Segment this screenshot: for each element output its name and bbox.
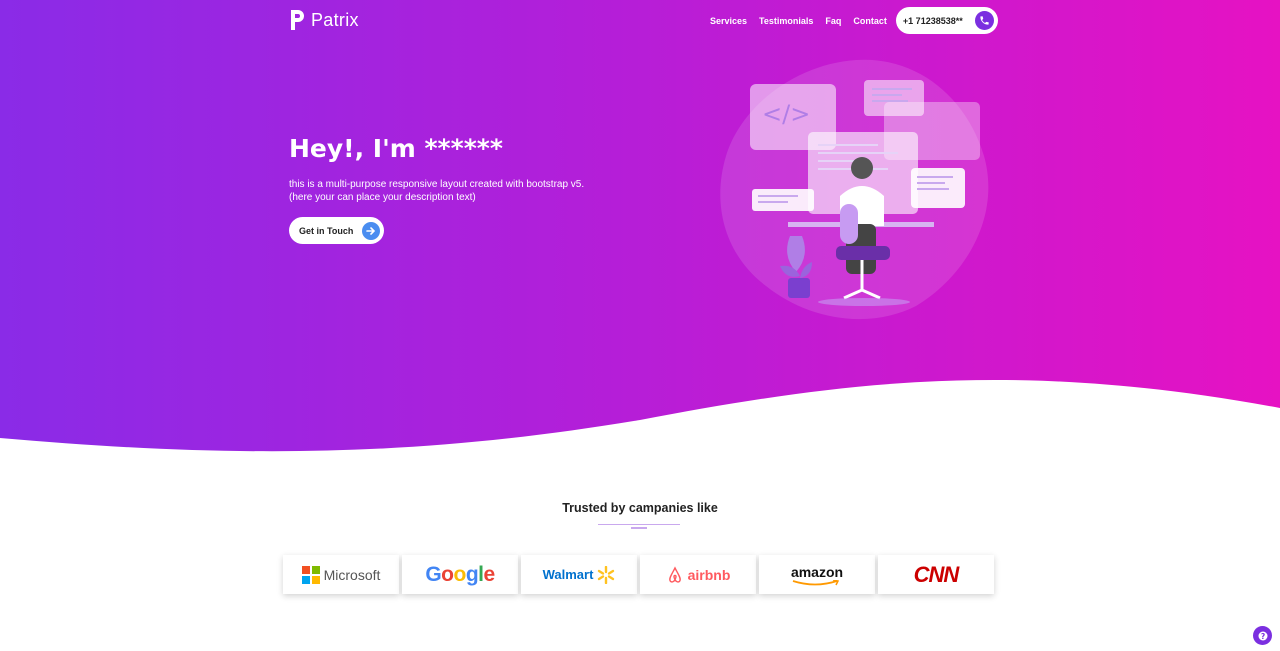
nav-contact[interactable]: Contact [853,16,887,26]
hero-description-line2: (here your can place your description te… [289,192,476,203]
microsoft-text: Microsoft [323,566,381,583]
hero-description-line1: this is a multi-purpose responsive layou… [289,179,585,190]
nav-faq[interactable]: Faq [825,16,841,26]
get-in-touch-button[interactable]: Get in Touch [289,217,384,244]
amazon-smile-icon [792,579,840,585]
phone-button[interactable]: +1 71238538** [895,7,998,34]
trusted-title: Trusted by campanies like [562,501,718,515]
logo-microsoft: Microsoft [283,555,399,594]
wave-divider [0,379,1280,460]
logo-amazon: amazon [759,555,875,594]
nav-testimonials[interactable]: Testimonials [759,16,813,26]
hero-section: Patrix Services Testimonials Faq Contact… [0,0,1280,460]
logo-walmart: Walmart [521,555,637,594]
help-float-button[interactable]: ? [1253,626,1272,645]
brand-logo-link[interactable]: Patrix [289,8,359,32]
get-in-touch-label: Get in Touch [299,225,354,236]
arrow-right-icon [362,221,380,240]
title-underline [598,524,680,525]
walmart-text: Walmart [542,567,594,582]
airbnb-icon [668,565,681,583]
title-underline-mark [631,527,647,529]
logo-cnn: CNN [878,555,994,594]
brand-name: Patrix [311,9,359,30]
amazon-text: amazon [790,563,844,580]
svg-text:?: ? [1260,631,1264,640]
hero-description: this is a multi-purpose responsive layou… [289,178,649,204]
partner-logos: Microsoft Google Walmart airbnb amazon C… [283,555,994,594]
walmart-spark-icon [598,565,615,584]
developer-illustration: </> [720,59,989,320]
nav-services[interactable]: Services [710,16,747,26]
cnn-text: CNN [913,561,960,587]
microsoft-icon [301,565,320,584]
svg-text:</>: </> [762,100,810,128]
question-icon: ? [1258,631,1267,640]
logo-airbnb: airbnb [640,555,756,594]
hero-title: Hey!, I'm ****** [289,134,503,163]
main-nav: Services Testimonials Faq Contact +1 712… [704,7,998,34]
phone-icon [974,11,994,30]
google-text: Google [425,562,495,586]
phone-number: +1 71238538** [902,15,963,26]
logo-google: Google [402,555,518,594]
brand-p-icon [291,10,304,30]
airbnb-text: airbnb [687,566,731,583]
